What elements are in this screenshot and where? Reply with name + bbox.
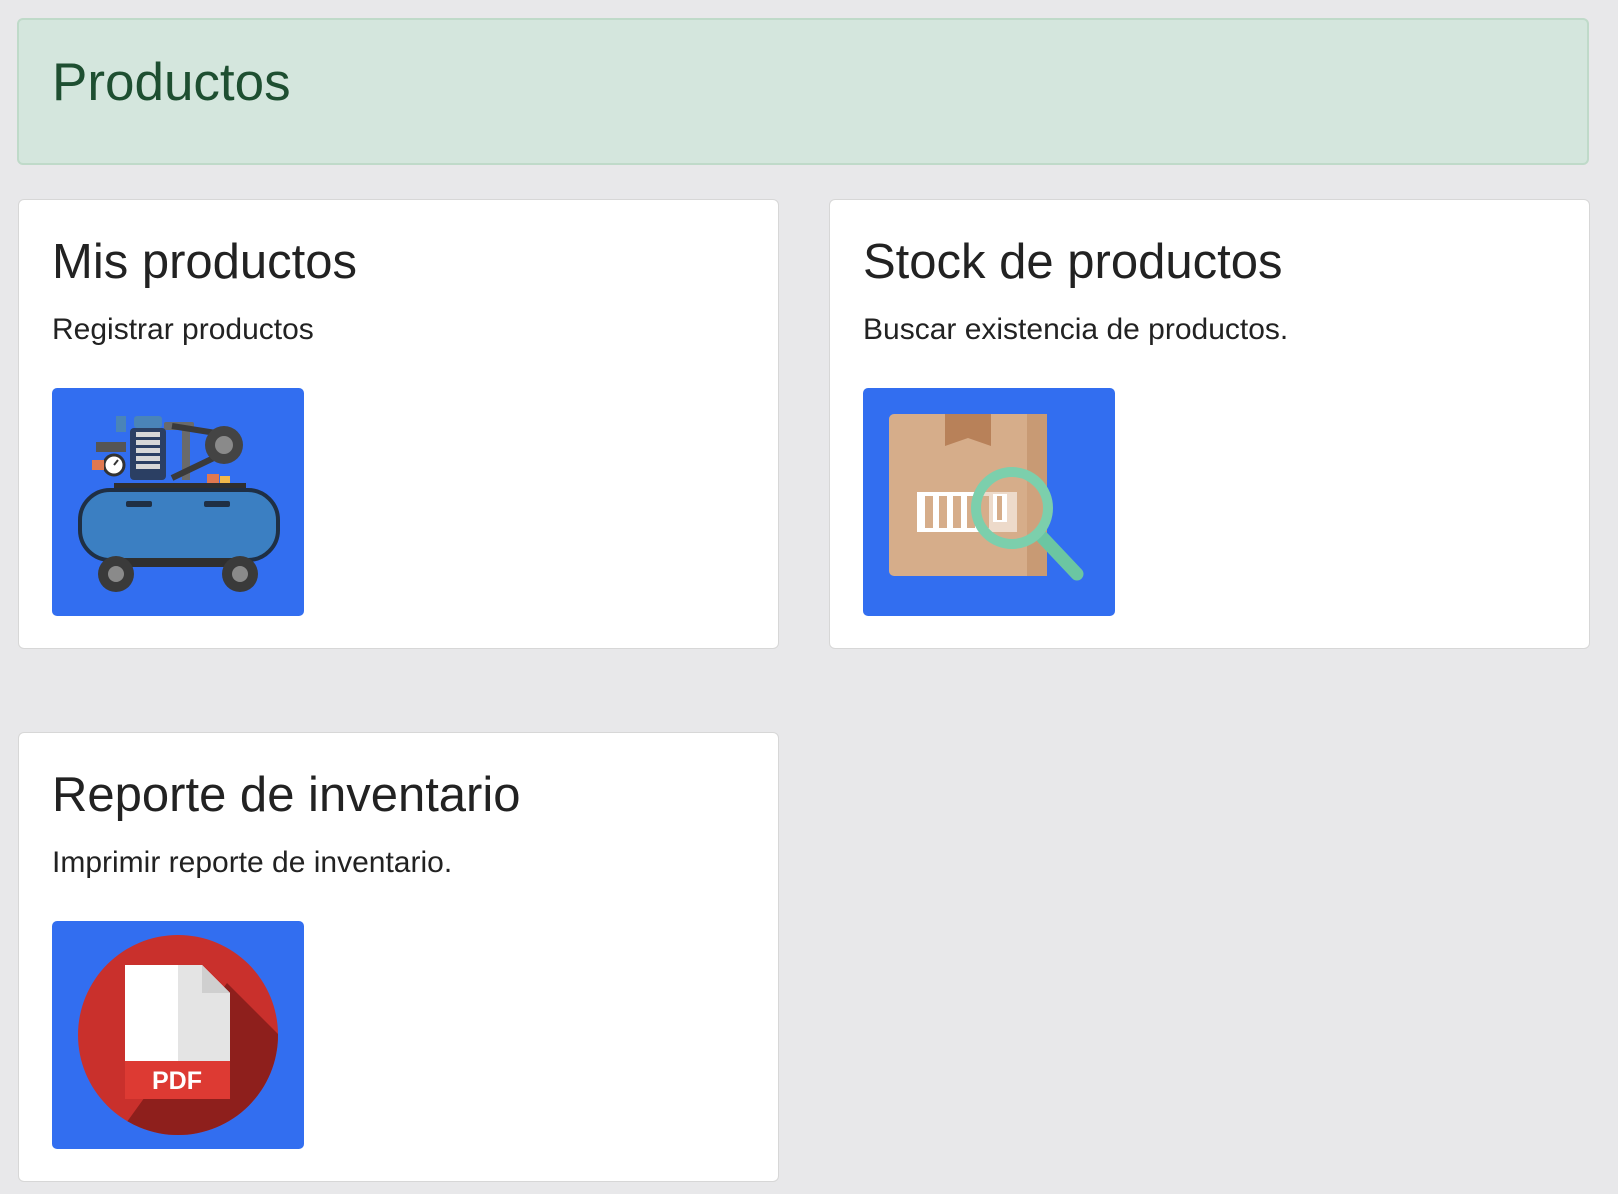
- mis-productos-image-link[interactable]: [52, 388, 304, 616]
- air-compressor-icon: [78, 416, 280, 592]
- card-title: Stock de productos: [863, 235, 1283, 289]
- card-stock-productos: Stock de productos Buscar existencia de …: [829, 199, 1590, 649]
- box-search-icon: [889, 414, 1084, 581]
- card-title: Mis productos: [52, 235, 358, 289]
- card-description: Registrar productos: [52, 313, 314, 346]
- stock-productos-image-link[interactable]: [863, 388, 1115, 616]
- card-reporte-inventario: Reporte de inventario Imprimir reporte d…: [18, 732, 779, 1182]
- pdf-file-icon: PDF: [78, 935, 278, 1135]
- card-mis-productos: Mis productos Registrar productos: [18, 199, 779, 649]
- card-description: Buscar existencia de productos.: [863, 313, 1289, 346]
- card-title: Reporte de inventario: [52, 768, 521, 822]
- page-title: Productos: [52, 53, 291, 112]
- card-description: Imprimir reporte de inventario.: [52, 846, 453, 879]
- page-header: Productos: [17, 18, 1589, 165]
- reporte-inventario-image-link[interactable]: PDF: [52, 921, 304, 1149]
- pdf-label: PDF: [152, 1067, 202, 1095]
